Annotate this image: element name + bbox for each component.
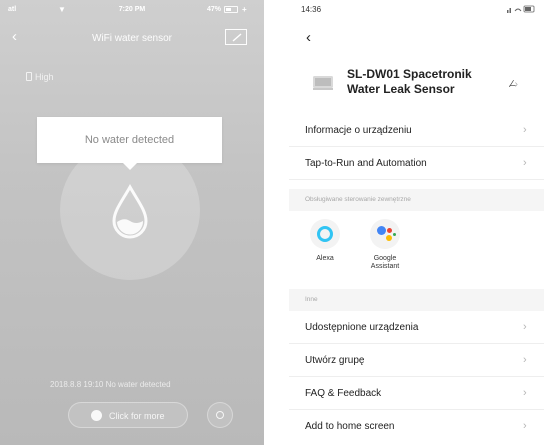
device-thumbnail-icon [313, 76, 333, 90]
history-entry: 2018.8.8 19:10 No water detected [50, 380, 171, 389]
menu-item-device-info[interactable]: Informacje o urządzeniu › [289, 114, 544, 147]
chevron-right-icon: › [523, 354, 527, 366]
edit-icon: ∕̶ [511, 79, 513, 90]
google-assistant-icon [370, 219, 400, 249]
menu-item-label: FAQ & Feedback [305, 388, 382, 399]
menu-item-label: Utwórz grupę [305, 355, 365, 366]
status-time: 14:36 [301, 5, 322, 14]
service-google-assistant[interactable]: Google Assistant [355, 219, 415, 271]
section-title: Inne [305, 296, 318, 303]
menu-item-tap-to-run[interactable]: Tap-to-Run and Automation › [289, 147, 544, 180]
charging-icon: + [242, 5, 247, 14]
battery-icon [26, 72, 32, 81]
menu-item-label: Udostępnione urządzenia [305, 322, 419, 333]
rename-device-button[interactable]: ∕̶ › [511, 79, 518, 90]
service-label: Google Assistant [370, 255, 400, 270]
battery-level: High [26, 72, 54, 82]
device-settings-screen: 14:36 ‹ SL-DW01 Spacetronik Water Leak S… [289, 0, 544, 445]
menu-item-add-to-home[interactable]: Add to home screen › [289, 410, 544, 443]
section-header-other: Inne [289, 289, 544, 311]
battery-percent: 47% [207, 6, 222, 13]
water-drop-icon [112, 183, 148, 239]
chevron-right-icon: › [523, 124, 527, 136]
click-for-more-label: Click for more [109, 411, 165, 421]
menu-item-faq-feedback[interactable]: FAQ & Feedback › [289, 377, 544, 410]
battery-icon [224, 6, 238, 13]
signal-wifi-battery-icon [507, 5, 535, 13]
chevron-right-icon: › [523, 157, 527, 169]
chevron-right-icon: › [523, 387, 527, 399]
back-icon[interactable]: ‹ [306, 30, 311, 45]
info-icon [91, 410, 102, 421]
settings-button[interactable] [207, 402, 233, 428]
menu-item-label: Informacje o urządzeniu [305, 125, 412, 136]
edit-button[interactable] [225, 29, 247, 45]
battery-level-label: High [35, 72, 54, 82]
service-alexa[interactable]: Alexa [295, 219, 355, 263]
menu-item-label: Add to home screen [305, 421, 395, 432]
menu-item-label: Tap-to-Run and Automation [305, 158, 427, 169]
menu-item-shared-devices[interactable]: Udostępnione urządzenia › [289, 311, 544, 344]
menu-item-create-group[interactable]: Utwórz grupę › [289, 344, 544, 377]
settings-icon [216, 411, 224, 419]
device-name: SL-DW01 Spacetronik Water Leak Sensor [347, 67, 472, 96]
section-title: Obsługiwane sterowanie zewnętrzne [305, 196, 411, 203]
edit-icon [232, 33, 242, 42]
chevron-right-icon: › [514, 79, 519, 90]
alexa-icon [310, 219, 340, 249]
water-sensor-screen: atl ▼ 7:20 PM 47% + ‹ WiFi water sensor … [0, 0, 264, 445]
click-for-more-button[interactable]: Click for more [68, 402, 188, 428]
status-icons [507, 5, 535, 15]
third-party-services: Alexa Google Assistant [289, 211, 544, 287]
chevron-right-icon: › [523, 321, 527, 333]
chevron-right-icon: › [523, 420, 527, 432]
status-bar: atl ▼ 7:20 PM 47% + [0, 0, 264, 20]
section-header-services: Obsługiwane sterowanie zewnętrzne [289, 189, 544, 211]
service-label: Alexa [316, 255, 334, 262]
status-card: No water detected [37, 117, 222, 170]
